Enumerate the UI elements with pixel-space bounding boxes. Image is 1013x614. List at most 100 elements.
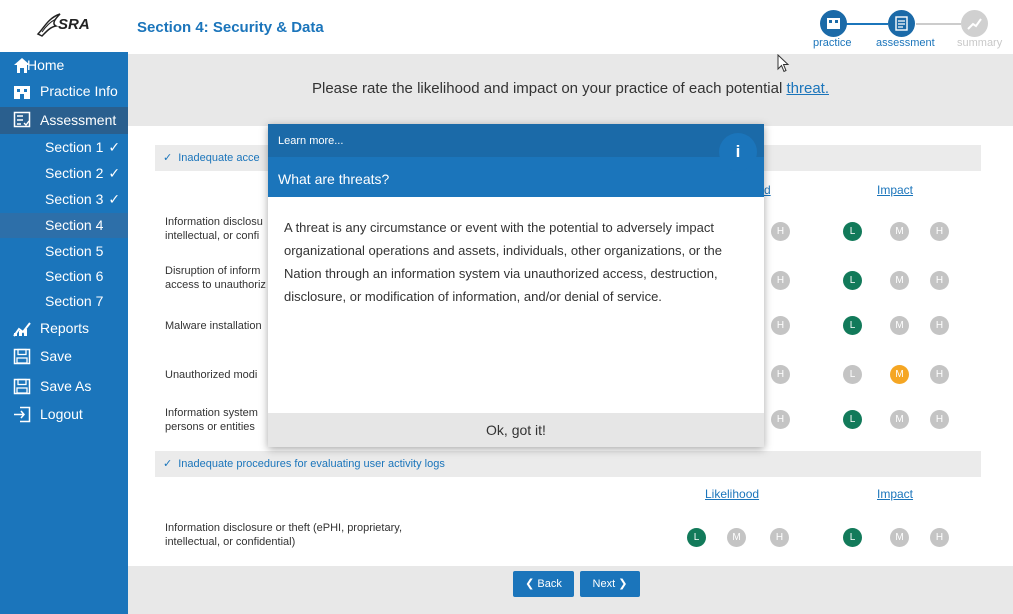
likelihood-medium-button[interactable]: M — [727, 528, 746, 547]
likelihood-high-button[interactable]: H — [771, 222, 790, 241]
impact-medium-button[interactable]: M — [890, 271, 909, 290]
dialog-title: What are threats? — [278, 171, 390, 187]
sra-logo: SRA — [0, 0, 128, 52]
impact-low-button[interactable]: L — [843, 222, 862, 241]
sidebar-item-label: Save As — [40, 378, 92, 394]
sidebar-item-label: Section 5 — [45, 243, 104, 259]
building-icon — [827, 18, 840, 29]
impact-high-button[interactable]: H — [930, 222, 949, 241]
checkmark-icon: ✓ — [163, 152, 173, 164]
sidebar-item-home[interactable]: Home — [0, 53, 128, 78]
chevron-right-icon: ❯ — [615, 578, 628, 590]
footer: ❮ Back Next ❯ — [128, 566, 1013, 614]
checkmark-icon: ✓ — [108, 139, 121, 155]
checkmark-icon: ✓ — [163, 458, 173, 470]
step-connector — [916, 23, 961, 25]
sidebar-item-label: Home — [27, 57, 65, 73]
impact-medium-button[interactable]: M — [890, 222, 909, 241]
checklist-icon — [895, 16, 908, 31]
sidebar-item-section-4[interactable]: Section 4 — [0, 213, 128, 238]
sidebar-item-label: Section 6 — [45, 268, 104, 284]
sidebar-item-label: Section 4 — [45, 217, 104, 233]
impact-high-button[interactable]: H — [930, 410, 949, 429]
impact-column-header[interactable]: Impact — [877, 183, 913, 197]
next-button[interactable]: Next ❯ — [580, 571, 640, 597]
sidebar-item-logout[interactable]: Logout — [0, 402, 128, 427]
impact-medium-button[interactable]: M — [890, 316, 909, 335]
sidebar-item-section-5[interactable]: Section 5 — [0, 239, 128, 264]
threat-link[interactable]: threat. — [786, 80, 829, 97]
chart-icon — [967, 18, 982, 30]
threat-row-text: Information disclosu intellectual, or co… — [165, 216, 263, 242]
sidebar-item-save-as[interactable]: Save As — [0, 374, 128, 399]
impact-low-button[interactable]: L — [843, 410, 862, 429]
threat-row-text: Disruption of inform access to unauthori… — [165, 265, 266, 291]
sidebar-item-label: Section 3 — [45, 191, 104, 207]
checkmark-icon: ✓ — [108, 165, 121, 181]
step-label: assessment — [876, 37, 935, 49]
sidebar-item-section-2[interactable]: Section 2 ✓ — [0, 161, 128, 186]
sidebar: SRA Home Practice Info Assessment Sectio… — [0, 0, 128, 614]
likelihood-low-button[interactable]: L — [687, 528, 706, 547]
page-title: Section 4: Security & Data — [137, 19, 324, 36]
learn-more-dialog: Learn more... What are threats? i A thre… — [268, 124, 764, 447]
likelihood-high-button[interactable]: H — [770, 528, 789, 547]
likelihood-high-button[interactable]: H — [771, 271, 790, 290]
next-label: Next — [592, 578, 616, 590]
step-assessment[interactable] — [888, 10, 915, 37]
likelihood-column-header[interactable]: Likelihood — [705, 487, 759, 501]
back-button[interactable]: ❮ Back — [513, 571, 574, 597]
chart-icon — [13, 322, 31, 337]
likelihood-column-header[interactable]: d — [764, 183, 771, 197]
dialog-body-text: A threat is any circumstance or event wi… — [284, 220, 722, 304]
sidebar-item-practice-info[interactable]: Practice Info — [0, 79, 128, 104]
sidebar-item-save[interactable]: Save — [0, 344, 128, 369]
sidebar-item-label: Practice Info — [40, 83, 118, 99]
impact-high-button[interactable]: H — [930, 316, 949, 335]
impact-medium-button[interactable]: M — [890, 410, 909, 429]
sidebar-item-label: Section 1 — [45, 139, 104, 155]
impact-low-button[interactable]: L — [843, 271, 862, 290]
sidebar-item-label: Logout — [40, 406, 83, 422]
impact-medium-button[interactable]: M — [890, 528, 909, 547]
instruction-banner: Please rate the likelihood and impact on… — [128, 54, 1013, 126]
info-icon: i — [719, 133, 757, 171]
step-label: practice — [813, 37, 852, 49]
impact-low-button[interactable]: L — [843, 365, 862, 384]
sidebar-item-reports[interactable]: Reports — [0, 316, 128, 341]
back-label: Back — [537, 578, 562, 590]
impact-high-button[interactable]: H — [930, 271, 949, 290]
sidebar-item-section-6[interactable]: Section 6 — [0, 264, 128, 289]
sidebar-item-label: Section 2 — [45, 165, 104, 181]
impact-medium-button[interactable]: M — [890, 365, 909, 384]
impact-high-button[interactable]: H — [930, 528, 949, 547]
impact-low-button[interactable]: L — [843, 528, 862, 547]
step-summary[interactable] — [961, 10, 988, 37]
threat-row-text: Unauthorized modi — [165, 369, 258, 381]
likelihood-high-button[interactable]: H — [771, 365, 790, 384]
impact-high-button[interactable]: H — [930, 365, 949, 384]
step-practice[interactable] — [820, 10, 847, 37]
save-icon — [13, 348, 31, 365]
impact-column-header[interactable]: Impact — [877, 487, 913, 501]
threat-group-header[interactable]: ✓ Inadequate procedures for evaluating us… — [155, 451, 981, 477]
header: Section 4: Security & Data practice asse… — [128, 0, 1013, 54]
likelihood-high-button[interactable]: H — [771, 316, 790, 335]
ok-got-it-button[interactable]: Ok, got it! — [268, 413, 764, 447]
sidebar-item-assessment[interactable]: Assessment — [0, 107, 128, 134]
threat-row-text: Information disclosure or theft (ePHI, p… — [165, 522, 403, 548]
checkmark-icon: ✓ — [108, 191, 121, 207]
sidebar-item-label: Save — [40, 348, 72, 364]
sidebar-item-section-1[interactable]: Section 1 ✓ — [0, 135, 128, 160]
logo-text: SRA — [58, 16, 90, 33]
impact-low-button[interactable]: L — [843, 316, 862, 335]
sidebar-item-label: Reports — [40, 320, 90, 336]
instruction-text-body: Please rate the likelihood and impact on… — [312, 80, 787, 97]
step-connector — [841, 23, 888, 25]
chevron-left-icon: ❮ — [525, 578, 538, 590]
sidebar-item-section-7[interactable]: Section 7 — [0, 289, 128, 314]
building-icon — [14, 86, 30, 99]
likelihood-high-button[interactable]: H — [771, 410, 790, 429]
sidebar-item-section-3[interactable]: Section 3 ✓ — [0, 187, 128, 212]
checklist-icon — [13, 111, 31, 128]
